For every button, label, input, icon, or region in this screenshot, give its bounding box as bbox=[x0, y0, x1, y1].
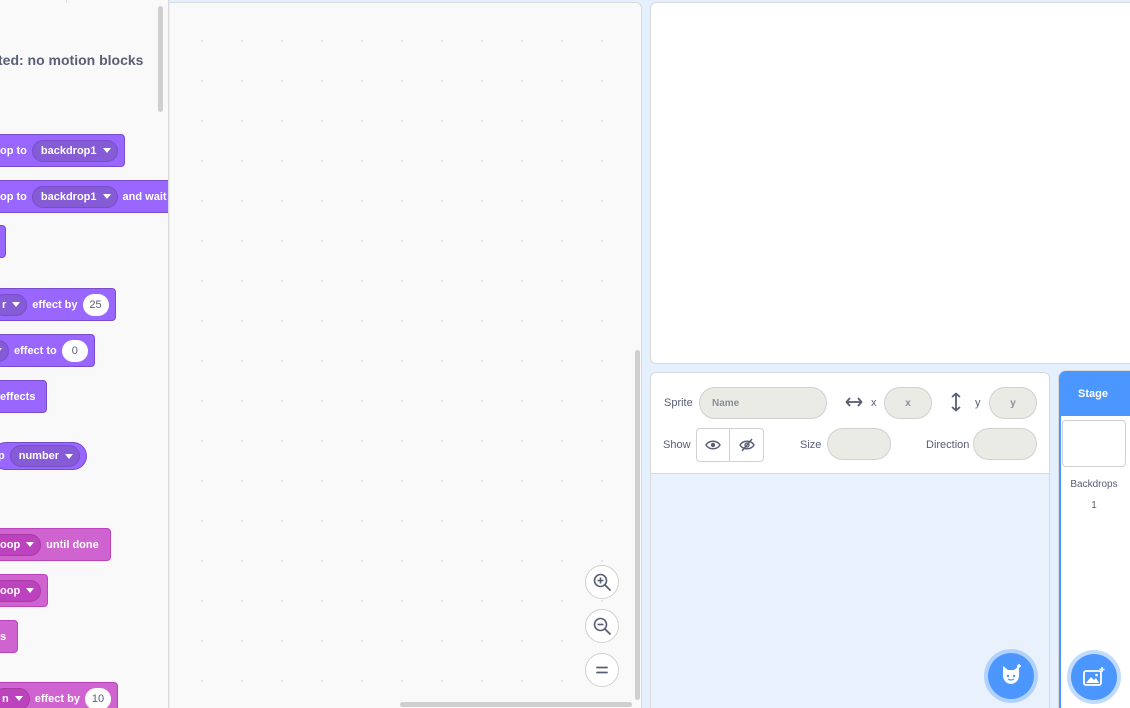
clear-graphic-effects-block[interactable]: effects bbox=[0, 380, 48, 413]
chevron-down-icon bbox=[102, 148, 111, 153]
direction-label: Direction bbox=[926, 439, 970, 451]
stage-selector-header: Stage bbox=[1059, 371, 1130, 416]
play-sound-until-done-block[interactable]: oop until done bbox=[0, 528, 111, 561]
palette-note: ted: no motion blocks bbox=[0, 52, 144, 68]
backdrop-dropdown[interactable]: backdrop1 bbox=[31, 185, 118, 208]
sound-effect-amount-input[interactable]: 10 bbox=[84, 687, 111, 708]
backdrop-number-reporter[interactable]: p number bbox=[0, 442, 88, 470]
backdrop-dropdown[interactable]: backdrop1 bbox=[31, 139, 118, 162]
cat-icon bbox=[1002, 664, 1021, 684]
effect-value-input[interactable]: 0 bbox=[61, 339, 88, 362]
chevron-down-icon bbox=[14, 696, 23, 701]
show-sprite-button[interactable] bbox=[696, 428, 730, 462]
sprite-info-panel: Sprite Name x x y y Show Size Direction bbox=[651, 373, 1049, 474]
script-workspace[interactable] bbox=[170, 2, 642, 708]
workspace-vertical-scrollbar[interactable] bbox=[635, 350, 640, 700]
size-label: Size bbox=[800, 439, 822, 451]
hide-sprite-button[interactable] bbox=[730, 428, 764, 462]
choose-backdrop-button[interactable] bbox=[1071, 654, 1117, 700]
switch-backdrop-block[interactable]: op to backdrop1 bbox=[0, 134, 125, 167]
backdrops-count: 1 bbox=[1091, 500, 1097, 511]
stage-thumbnail bbox=[1062, 420, 1126, 467]
show-label: Show bbox=[663, 439, 691, 451]
zoom-out-icon bbox=[593, 617, 611, 635]
palette-scrollbar[interactable] bbox=[158, 6, 163, 112]
effect-dropdown[interactable] bbox=[0, 339, 9, 362]
sound-dropdown[interactable]: oop bbox=[0, 579, 42, 602]
image-icon bbox=[1083, 667, 1105, 686]
change-sound-effect-block[interactable]: n effect by 10 bbox=[0, 682, 118, 708]
sprite-label: Sprite bbox=[664, 397, 693, 409]
chevron-down-icon bbox=[102, 194, 111, 199]
choose-sprite-button[interactable] bbox=[988, 653, 1034, 699]
sound-dropdown[interactable]: oop bbox=[0, 533, 42, 556]
switch-backdrop-and-wait-block[interactable]: op to backdrop1 and wait bbox=[0, 180, 168, 213]
chevron-down-icon bbox=[0, 348, 2, 353]
effect-amount-input[interactable]: 25 bbox=[82, 293, 109, 316]
number-name-dropdown[interactable]: number bbox=[9, 445, 81, 467]
sound-effect-dropdown[interactable]: n bbox=[0, 687, 30, 708]
zoom-in-icon bbox=[593, 573, 611, 591]
sprite-pane: Sprite Name x x y y Show Size Direction bbox=[650, 372, 1050, 708]
chevron-down-icon bbox=[26, 588, 35, 593]
eye-slash-icon bbox=[738, 438, 755, 452]
stop-all-sounds-block[interactable]: s bbox=[0, 620, 19, 653]
direction-input[interactable] bbox=[973, 428, 1037, 460]
backdrops-label: Backdrops bbox=[1070, 479, 1118, 490]
change-effect-block[interactable]: r effect by 25 bbox=[0, 288, 116, 321]
chevron-down-icon bbox=[65, 453, 74, 459]
stage-canvas[interactable] bbox=[650, 2, 1130, 364]
start-sound-block[interactable]: oop bbox=[0, 574, 49, 607]
workspace-horizontal-scrollbar[interactable] bbox=[400, 702, 632, 707]
zoom-in-button[interactable] bbox=[585, 565, 619, 599]
y-position-input[interactable]: y bbox=[989, 387, 1037, 419]
size-input[interactable] bbox=[827, 428, 891, 460]
equals-icon bbox=[596, 666, 608, 674]
vertical-arrows-icon bbox=[951, 392, 961, 412]
horizontal-arrows-icon bbox=[845, 397, 863, 407]
chevron-down-icon bbox=[26, 542, 35, 547]
next-backdrop-block[interactable] bbox=[0, 225, 6, 258]
eye-icon bbox=[705, 440, 721, 450]
y-label: y bbox=[975, 397, 981, 409]
stage-selector[interactable]: Stage Backdrops 1 bbox=[1058, 370, 1130, 708]
effect-dropdown[interactable]: r bbox=[0, 293, 28, 316]
chevron-down-icon bbox=[12, 302, 21, 307]
x-position-input[interactable]: x bbox=[884, 387, 932, 419]
block-palette: ted: no motion blocks op to backdrop1 op… bbox=[0, 0, 169, 708]
zoom-reset-button[interactable] bbox=[585, 653, 619, 687]
x-label: x bbox=[871, 397, 877, 409]
set-effect-block[interactable]: effect to 0 bbox=[0, 334, 95, 367]
zoom-out-button[interactable] bbox=[585, 609, 619, 643]
sprite-name-input[interactable]: Name bbox=[699, 387, 827, 419]
